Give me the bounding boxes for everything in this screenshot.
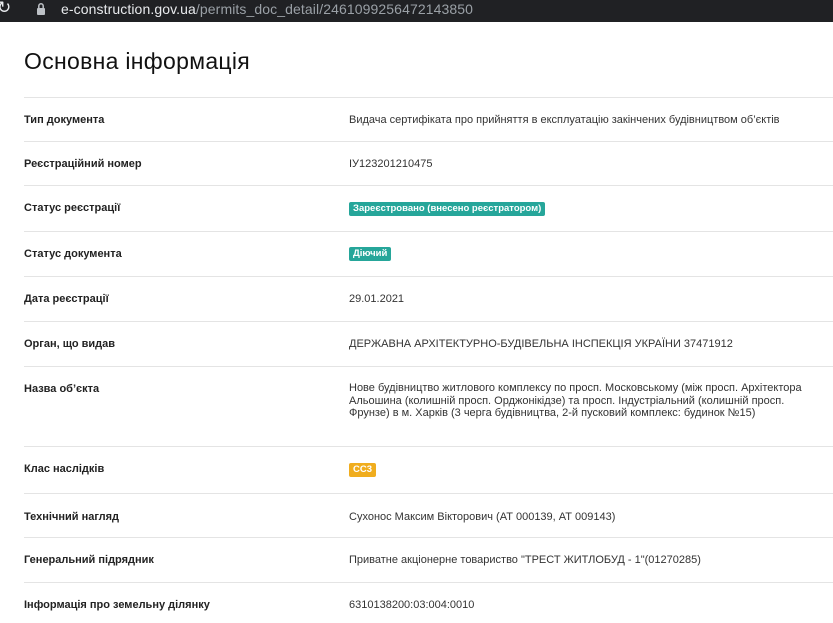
- row-label: Статус документа: [24, 248, 122, 260]
- info-table: Тип документа Видача сертифіката про при…: [24, 97, 833, 623]
- page-title: Основна інформація: [24, 48, 251, 74]
- row-label: Статус реєстрації: [24, 202, 121, 214]
- consequence-class-badge: СС3: [349, 463, 377, 477]
- row-value: Приватне акціонерне товариство "ТРЕСТ ЖИ…: [349, 554, 701, 566]
- browser-address-bar[interactable]: ↻ e-construction.gov.ua/permits_doc_deta…: [0, 0, 833, 22]
- reload-icon[interactable]: ↻: [0, 0, 11, 18]
- row-label: Генеральний підрядник: [24, 554, 154, 566]
- row-value: Видача сертифіката про прийняття в експл…: [349, 114, 780, 126]
- row-value: Нове будівництво житлового комплексу по …: [349, 382, 802, 419]
- row-label: Реєстраційний номер: [24, 158, 142, 170]
- row-label: Назва об’єкта: [24, 383, 100, 395]
- info-row-issuing-authority: Орган, що видав ДЕРЖАВНА АРХІТЕКТУРНО-БУ…: [24, 321, 833, 366]
- row-label: Орган, що видав: [24, 338, 116, 350]
- row-value: ІУ123201210475: [349, 158, 433, 170]
- info-row-object-name: Назва об’єкта Нове будівництво житлового…: [24, 366, 833, 446]
- row-value: 6310138200:03:004:0010: [349, 599, 475, 611]
- registration-status-badge: Зареєстровано (внесено реєстратором): [349, 202, 546, 216]
- row-value: Сухонос Максим Вікторович (АТ 000139, АТ…: [349, 511, 616, 523]
- info-row-technical-supervision: Технічний нагляд Сухонос Максим Вікторов…: [24, 493, 833, 537]
- info-row-registration-date: Дата реєстрації 29.01.2021: [24, 276, 833, 321]
- url-host: e-construction.gov.ua: [61, 1, 196, 17]
- row-label: Тип документа: [24, 114, 105, 126]
- info-row-document-type: Тип документа Видача сертифіката про при…: [24, 97, 833, 141]
- info-row-registration-status: Статус реєстрації Зареєстровано (внесено…: [24, 185, 833, 231]
- document-status-badge: Діючий: [349, 247, 392, 261]
- url-path: /permits_doc_detail/2461099256472143850: [195, 1, 474, 17]
- row-label: Клас наслідків: [24, 463, 105, 475]
- row-value: ДЕРЖАВНА АРХІТЕКТУРНО-БУДІВЕЛЬНА ІНСПЕКЦ…: [349, 338, 733, 350]
- info-row-registration-number: Реєстраційний номер ІУ123201210475: [24, 141, 833, 185]
- row-value: 29.01.2021: [349, 293, 405, 305]
- row-label: Інформація про земельну ділянку: [24, 599, 210, 611]
- url-text[interactable]: e-construction.gov.ua/permits_doc_detail…: [61, 0, 473, 18]
- lock-icon[interactable]: [36, 2, 46, 16]
- info-row-consequence-class: Клас наслідків СС3: [24, 446, 833, 493]
- info-row-document-status: Статус документа Діючий: [24, 231, 833, 276]
- info-row-general-contractor: Генеральний підрядник Приватне акціонерн…: [24, 537, 833, 582]
- row-label: Технічний нагляд: [24, 511, 120, 523]
- row-label: Дата реєстрації: [24, 293, 109, 305]
- info-row-land-plot: Інформація про земельну ділянку 63101382…: [24, 582, 833, 623]
